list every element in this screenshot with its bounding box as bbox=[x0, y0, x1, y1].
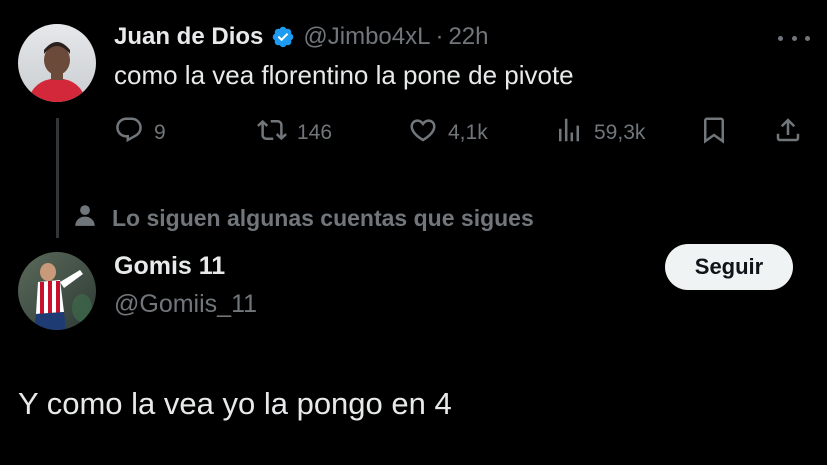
reply-user-handle[interactable]: @Gomiis_11 bbox=[114, 290, 257, 319]
views-button[interactable]: 59,3k bbox=[554, 116, 645, 150]
more-icon[interactable] bbox=[778, 28, 810, 48]
thread-line bbox=[56, 118, 59, 238]
tweet-thread: Juan de Dios @Jimbo4xL · 22h como la vea… bbox=[0, 0, 827, 465]
avatar-juan[interactable] bbox=[18, 24, 96, 102]
tweet-time[interactable]: 22h bbox=[448, 23, 488, 51]
action-bar: 9 146 4,1k 59,3k bbox=[114, 116, 814, 150]
social-context-text: Lo siguen algunas cuentas que sigues bbox=[112, 204, 534, 231]
social-context: Lo siguen algunas cuentas que sigues bbox=[72, 202, 534, 234]
verified-badge-icon bbox=[271, 25, 295, 49]
views-icon bbox=[554, 115, 584, 151]
reply-text: Y como la vea yo la pongo en 4 bbox=[18, 386, 452, 421]
author-name[interactable]: Juan de Dios bbox=[114, 23, 263, 51]
author-handle[interactable]: @Jimbo4xL bbox=[303, 23, 430, 51]
bookmark-icon bbox=[699, 115, 729, 151]
like-count: 4,1k bbox=[448, 121, 488, 144]
share-icon bbox=[773, 115, 803, 151]
person-icon bbox=[72, 202, 112, 234]
reply-icon bbox=[114, 115, 144, 151]
like-button[interactable]: 4,1k bbox=[408, 116, 488, 150]
reply-button[interactable]: 9 bbox=[114, 116, 166, 150]
follow-button[interactable]: Seguir bbox=[665, 244, 793, 290]
repost-button[interactable]: 146 bbox=[257, 116, 332, 150]
separator-dot: · bbox=[435, 23, 444, 50]
tweet-header: Juan de Dios @Jimbo4xL · 22h bbox=[114, 22, 489, 52]
reply-user-name[interactable]: Gomis 11 bbox=[114, 252, 225, 281]
avatar-gomis[interactable] bbox=[18, 252, 96, 330]
repost-icon bbox=[257, 115, 287, 151]
bookmark-button[interactable] bbox=[699, 116, 729, 150]
like-icon bbox=[408, 115, 438, 151]
views-count: 59,3k bbox=[594, 121, 646, 144]
repost-count: 146 bbox=[297, 121, 333, 144]
reply-count: 9 bbox=[154, 121, 166, 144]
share-button[interactable] bbox=[773, 116, 803, 150]
tweet-text: como la vea florentino la pone de pivote bbox=[114, 60, 574, 90]
